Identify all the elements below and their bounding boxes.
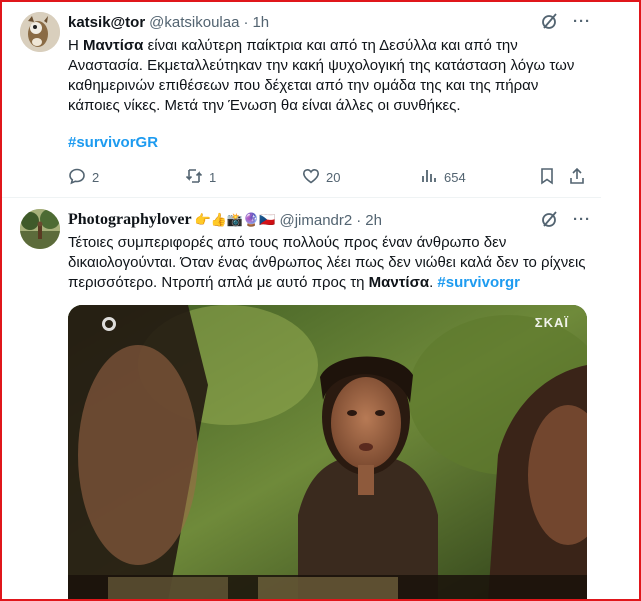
window-border [0, 0, 641, 601]
